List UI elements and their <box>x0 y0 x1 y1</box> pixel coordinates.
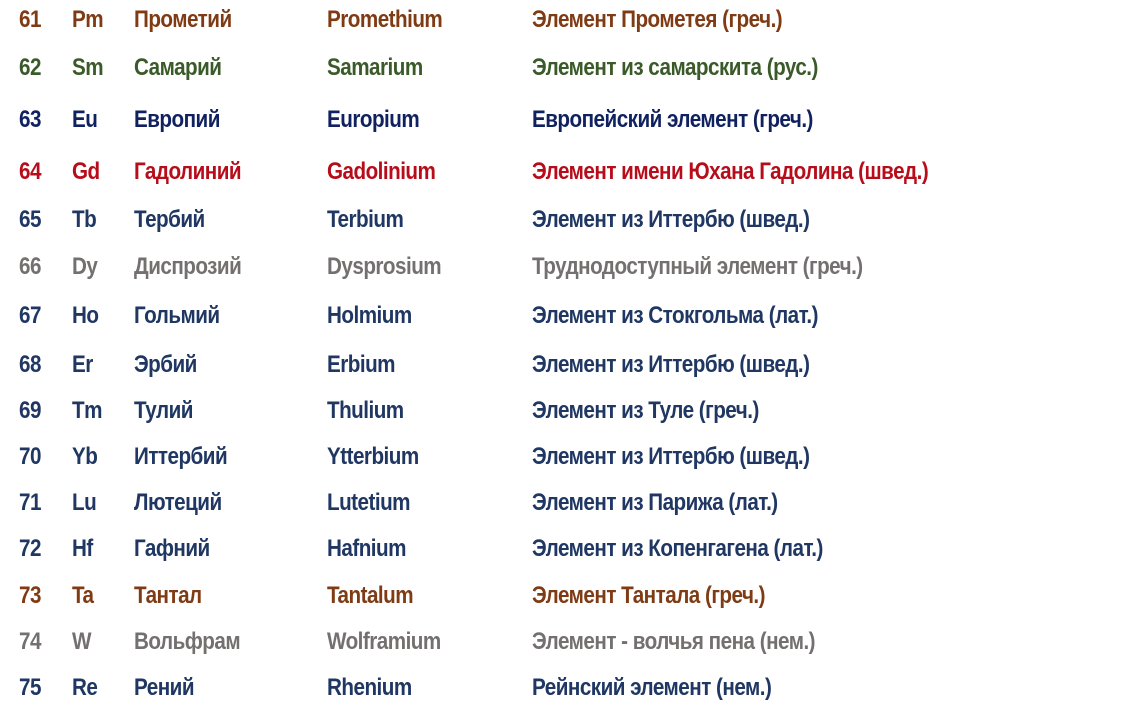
element-symbol: Dy <box>72 253 98 280</box>
element-row-74: 74 W Вольфрам Wolframium Элемент - волчь… <box>0 622 1139 662</box>
element-name-russian: Тантал <box>134 582 202 609</box>
element-symbol: Yb <box>72 443 98 470</box>
element-etymology: Элемент из Иттербю (швед.) <box>532 206 810 233</box>
atomic-number: 66 <box>19 253 41 280</box>
element-name-russian: Гольмий <box>134 302 220 329</box>
element-name-russian: Тулий <box>134 397 193 424</box>
element-etymology: Элемент из самарскита (рус.) <box>532 54 818 81</box>
element-name-russian: Эрбий <box>134 351 197 378</box>
element-symbol: Hf <box>72 535 93 562</box>
element-name-russian: Тербий <box>134 206 205 233</box>
element-row-71: 71 Lu Лютеций Lutetium Элемент из Парижа… <box>0 483 1139 523</box>
element-name-latin: Terbium <box>327 206 404 233</box>
element-row-64: 64 Gd Гадолиний Gadolinium Элемент имени… <box>0 152 1139 192</box>
element-etymology: Европейский элемент (греч.) <box>532 106 813 133</box>
atomic-number: 61 <box>19 6 41 33</box>
element-etymology: Рейнский элемент (нем.) <box>532 674 772 701</box>
element-etymology: Элемент имени Юхана Гадолина (швед.) <box>532 158 929 185</box>
element-row-61: 61 Pm Прометий Promethium Элемент Промет… <box>0 0 1139 40</box>
element-row-73: 73 Ta Тантал Tantalum Элемент Тантала (г… <box>0 576 1139 616</box>
atomic-number: 71 <box>19 489 41 516</box>
element-etymology: Элемент - волчья пена (нем.) <box>532 628 816 655</box>
atomic-number: 62 <box>19 54 41 81</box>
atomic-number: 67 <box>19 302 41 329</box>
element-name-latin: Holmium <box>327 302 412 329</box>
atomic-number: 63 <box>19 106 41 133</box>
element-etymology: Элемент из Парижа (лат.) <box>532 489 778 516</box>
element-name-latin: Rhenium <box>327 674 412 701</box>
element-etymology: Элемент Прометея (греч.) <box>532 6 783 33</box>
element-symbol: Gd <box>72 158 100 185</box>
atomic-number: 75 <box>19 674 41 701</box>
element-symbol: Re <box>72 674 98 701</box>
atomic-number: 68 <box>19 351 41 378</box>
element-name-latin: Samarium <box>327 54 423 81</box>
element-name-russian: Иттербий <box>134 443 228 470</box>
element-symbol: Eu <box>72 106 98 133</box>
element-name-latin: Wolframium <box>327 628 441 655</box>
element-etymology: Элемент из Туле (греч.) <box>532 397 759 424</box>
element-name-latin: Lutetium <box>327 489 411 516</box>
element-name-latin: Dysprosium <box>327 253 442 280</box>
element-symbol: Ho <box>72 302 99 329</box>
element-name-latin: Thulium <box>327 397 404 424</box>
element-name-latin: Europium <box>327 106 420 133</box>
element-row-62: 62 Sm Самарий Samarium Элемент из самарс… <box>0 48 1139 88</box>
element-row-63: 63 Eu Европий Europium Европейский элеме… <box>0 100 1139 140</box>
element-etymology: Элемент из Стокгольма (лат.) <box>532 302 819 329</box>
element-name-latin: Erbium <box>327 351 396 378</box>
element-name-latin: Ytterbium <box>327 443 419 470</box>
element-etymology: Труднодоступный элемент (греч.) <box>532 253 863 280</box>
element-symbol: Pm <box>72 6 104 33</box>
element-name-russian: Вольфрам <box>134 628 241 655</box>
element-etymology: Элемент из Иттербю (швед.) <box>532 351 810 378</box>
element-name-latin: Hafnium <box>327 535 406 562</box>
atomic-number: 69 <box>19 397 41 424</box>
element-symbol: Tb <box>72 206 97 233</box>
element-symbol: Er <box>72 351 93 378</box>
element-symbol: Ta <box>72 582 94 609</box>
element-name-russian: Самарий <box>134 54 222 81</box>
element-name-latin: Gadolinium <box>327 158 436 185</box>
element-name-russian: Гадолиний <box>134 158 242 185</box>
element-row-65: 65 Tb Тербий Terbium Элемент из Иттербю … <box>0 200 1139 240</box>
element-name-latin: Tantalum <box>327 582 414 609</box>
element-symbol: Lu <box>72 489 97 516</box>
element-symbol: Tm <box>72 397 102 424</box>
element-etymology: Элемент из Иттербю (швед.) <box>532 443 810 470</box>
element-row-69: 69 Tm Тулий Thulium Элемент из Туле (гре… <box>0 391 1139 431</box>
atomic-number: 65 <box>19 206 41 233</box>
element-etymology: Элемент Тантала (греч.) <box>532 582 766 609</box>
element-name-russian: Гафний <box>134 535 210 562</box>
element-row-66: 66 Dy Диспрозий Dysprosium Труднодоступн… <box>0 247 1139 287</box>
element-row-72: 72 Hf Гафний Hafnium Элемент из Копенгаг… <box>0 529 1139 569</box>
atomic-number: 74 <box>19 628 41 655</box>
element-name-latin: Promethium <box>327 6 443 33</box>
element-symbol: W <box>72 628 91 655</box>
atomic-number: 70 <box>19 443 41 470</box>
element-name-russian: Прометий <box>134 6 232 33</box>
element-row-68: 68 Er Эрбий Erbium Элемент из Иттербю (ш… <box>0 345 1139 385</box>
atomic-number: 64 <box>19 158 41 185</box>
atomic-number: 72 <box>19 535 41 562</box>
atomic-number: 73 <box>19 582 41 609</box>
element-name-russian: Европий <box>134 106 220 133</box>
element-name-russian: Диспрозий <box>134 253 242 280</box>
element-name-russian: Лютеций <box>134 489 222 516</box>
element-row-75: 75 Re Рений Rhenium Рейнский элемент (не… <box>0 668 1139 708</box>
element-etymology: Элемент из Копенгагена (лат.) <box>532 535 823 562</box>
element-row-70: 70 Yb Иттербий Ytterbium Элемент из Итте… <box>0 437 1139 477</box>
element-name-russian: Рений <box>134 674 195 701</box>
element-row-67: 67 Ho Гольмий Holmium Элемент из Стокгол… <box>0 296 1139 336</box>
element-symbol: Sm <box>72 54 104 81</box>
